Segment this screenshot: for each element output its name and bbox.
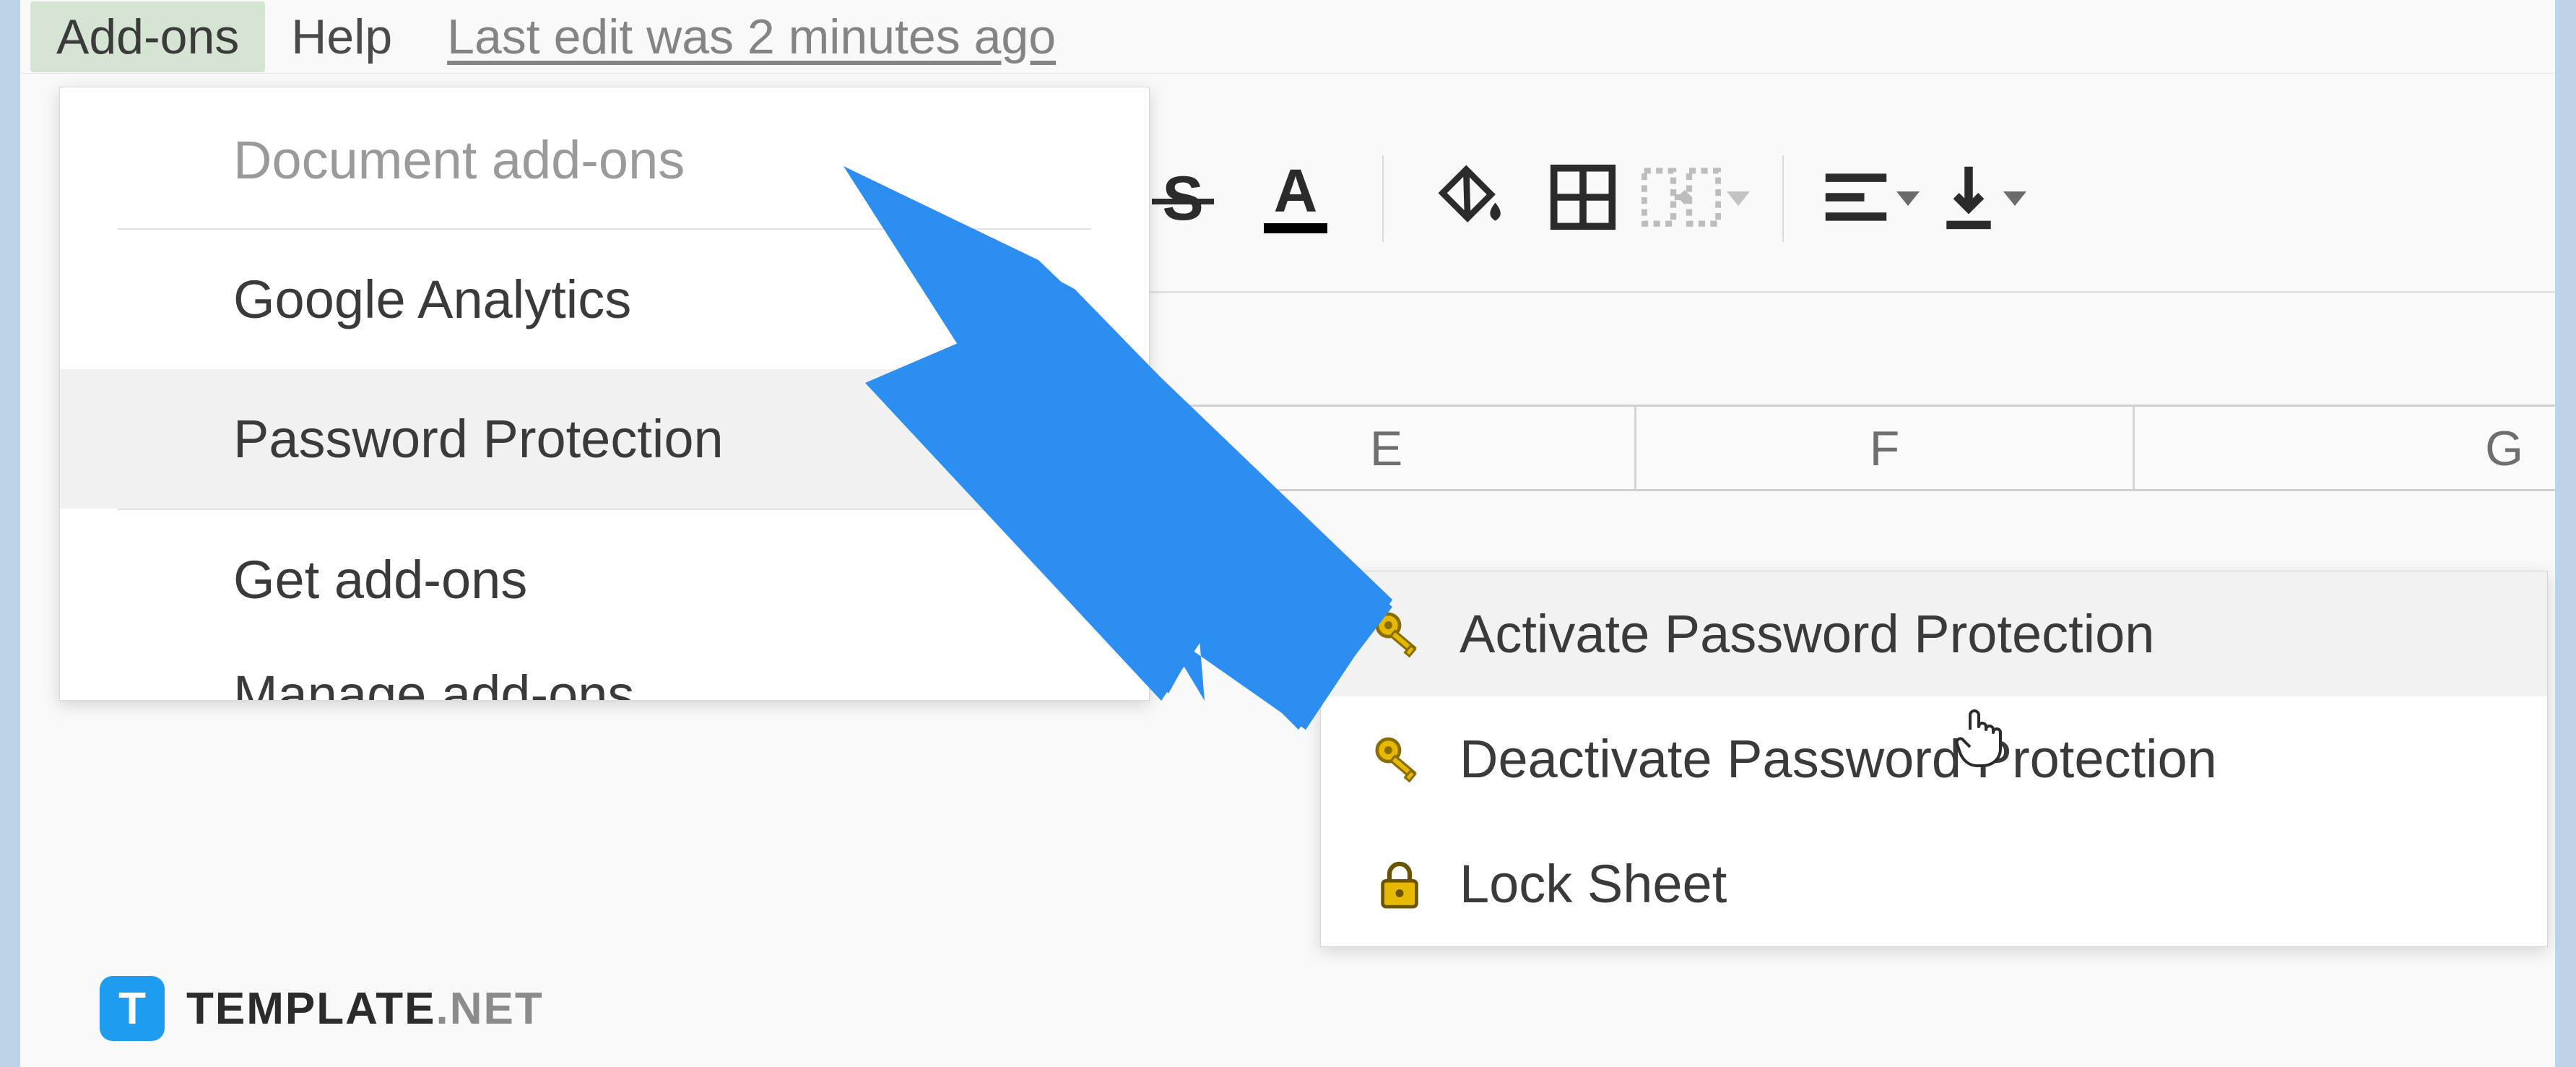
submenu-item-deactivate[interactable]: Deactivate Password Protection: [1321, 696, 2547, 821]
column-header-f[interactable]: F: [1636, 407, 2135, 489]
menu-item-label: Password Protection: [233, 408, 724, 470]
align-left-icon: [1821, 168, 1891, 230]
dropdown-section-header: Document add-ons: [60, 129, 1149, 228]
chevron-down-icon: [2003, 191, 2026, 206]
column-header-g[interactable]: G: [2135, 407, 2555, 489]
toolbar-divider: [1138, 291, 2555, 293]
fill-color-icon: [1436, 163, 1505, 236]
text-color-icon: A: [1264, 164, 1327, 233]
toolbar-separator: [1782, 155, 1784, 242]
watermark-badge: T: [100, 976, 165, 1041]
submenu-item-activate[interactable]: Activate Password Protection: [1321, 571, 2547, 696]
horizontal-align-button[interactable]: [1834, 163, 1907, 235]
submenu-item-label: Activate Password Protection: [1460, 603, 2154, 665]
menu-item-label: Google Analytics: [233, 269, 631, 330]
menu-item-password-protection[interactable]: Password Protection: [60, 369, 1149, 509]
vertical-align-button[interactable]: [1947, 163, 2019, 235]
column-headers: E F G: [1138, 405, 2555, 491]
vertical-align-bottom-icon: [1940, 163, 1998, 236]
text-color-button[interactable]: A: [1259, 163, 1332, 235]
watermark: T TEMPLATE.NET: [100, 976, 544, 1041]
chevron-down-icon: [1727, 191, 1750, 206]
column-header-e[interactable]: E: [1138, 407, 1636, 489]
submenu-item-label: Lock Sheet: [1460, 853, 1727, 915]
strikethrough-icon: S: [1162, 163, 1203, 235]
menu-help[interactable]: Help: [265, 1, 418, 72]
app-frame: Add-ons Help Last edit was 2 minutes ago…: [20, 0, 2555, 1067]
last-edit-link[interactable]: Last edit was 2 minutes ago: [447, 9, 1056, 65]
fill-color-button[interactable]: [1434, 163, 1506, 235]
strikethrough-button[interactable]: S: [1147, 163, 1219, 235]
submenu-item-label: Deactivate Password Protection: [1460, 728, 2217, 790]
menu-bar: Add-ons Help Last edit was 2 minutes ago: [20, 0, 2555, 74]
watermark-text: TEMPLATE.NET: [186, 983, 544, 1034]
borders-icon: [1548, 163, 1618, 236]
menu-item-google-analytics[interactable]: Google Analytics: [60, 230, 1149, 369]
menu-addons[interactable]: Add-ons: [30, 1, 265, 72]
merge-cells-icon: [1642, 163, 1721, 236]
submenu-arrow-icon: [1071, 425, 1091, 454]
key-icon: [1371, 731, 1428, 787]
password-protection-submenu: Activate Password Protection Deactivate …: [1320, 571, 2548, 947]
menu-item-get-addons[interactable]: Get add-ons: [60, 510, 1149, 649]
chevron-down-icon: [1896, 191, 1920, 206]
addons-dropdown: Document add-ons Google Analytics Passwo…: [59, 87, 1150, 701]
key-icon: [1371, 606, 1428, 662]
lock-icon: [1371, 856, 1428, 912]
borders-button[interactable]: [1547, 163, 1619, 235]
formatting-toolbar: S A: [1147, 126, 2019, 271]
merge-cells-button[interactable]: [1660, 163, 1732, 235]
submenu-item-lock-sheet[interactable]: Lock Sheet: [1321, 821, 2547, 946]
toolbar-separator: [1382, 155, 1384, 242]
menu-item-manage-addons[interactable]: Manage add-ons: [60, 649, 1149, 700]
menu-item-label: Get add-ons: [233, 549, 527, 610]
